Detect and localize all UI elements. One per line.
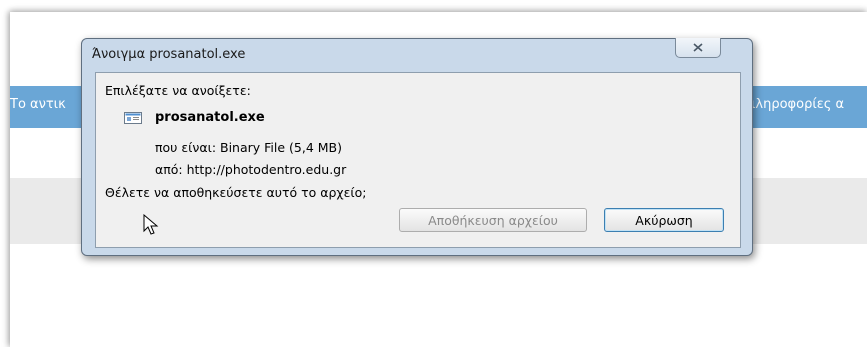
open-file-dialog: Άνοιγμα prosanatol.exe Επιλέξατε να ανοί…: [81, 38, 753, 256]
cancel-button[interactable]: Ακύρωση: [604, 208, 724, 232]
file-type: που είναι: Binary File (5,4 MB): [155, 140, 342, 155]
save-question: Θέλετε να αποθηκεύσετε αυτό το αρχείο;: [105, 185, 367, 200]
mouse-cursor-icon: [143, 214, 159, 235]
executable-file-icon: [124, 112, 142, 124]
file-name: prosanatol.exe: [155, 110, 265, 125]
file-source: από: http://photodentro.edu.gr: [155, 162, 347, 177]
close-button[interactable]: [675, 38, 721, 58]
info-bar-text-right: ιληροφορίες α: [751, 97, 845, 112]
open-prompt: Επιλέξατε να ανοίξετε:: [105, 83, 251, 98]
save-file-button[interactable]: Αποθήκευση αρχείου: [399, 208, 587, 232]
dialog-content: Επιλέξατε να ανοίξετε: prosanatol.exe πο…: [95, 72, 741, 248]
close-icon: [693, 43, 703, 52]
dialog-title: Άνοιγμα prosanatol.exe: [92, 47, 246, 62]
info-bar-text-left: Το αντικ: [10, 97, 66, 112]
